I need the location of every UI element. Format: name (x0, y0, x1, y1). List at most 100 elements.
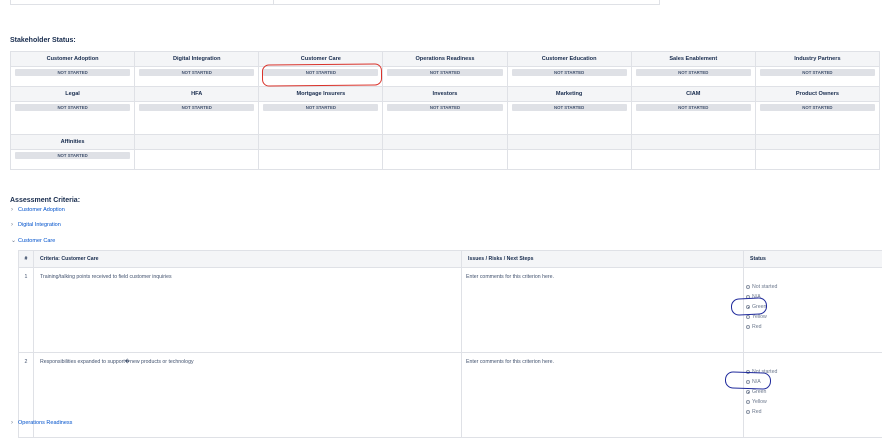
status-badge: NOT STARTED (512, 104, 627, 111)
radio-circle-icon (746, 325, 750, 329)
red-highlight-annotation (262, 63, 382, 86)
chevron-right-icon: › (11, 222, 18, 228)
chevron-right-icon: › (11, 420, 18, 426)
stakeholder-status-cell: NOT STARTED (135, 102, 259, 135)
stakeholder-grid: Customer AdoptionDigital Integration Cust… (10, 51, 880, 170)
stakeholder-status-cell: NOT STARTED (11, 150, 135, 170)
radio-label: Not started (752, 284, 777, 290)
status-radio-red[interactable]: Red (746, 322, 882, 332)
stakeholder-status-cell: NOT STARTED (631, 67, 755, 87)
stakeholder-status-cell: NOT STARTED (11, 67, 135, 87)
column-header: Criteria: Customer Care (34, 251, 462, 268)
status-badge: NOT STARTED (760, 104, 875, 111)
status-badge: NOT STARTED (139, 104, 254, 111)
stakeholder-status-title: Stakeholder Status: (10, 37, 76, 44)
table-row: 2Responsibilities expanded to support�ne… (19, 353, 882, 438)
status-badge: NOT STARTED (512, 69, 627, 76)
empty-cell (259, 135, 383, 150)
status-badge: NOT STARTED (15, 69, 130, 76)
radio-circle-icon (746, 315, 750, 319)
status-radio-yellow[interactable]: Yellow (746, 397, 882, 407)
status-badge: NOT STARTED (263, 104, 378, 111)
status-radio-n-a[interactable]: N/A (746, 292, 882, 302)
empty-cell (135, 135, 259, 150)
status-radio-not-started[interactable]: Not started (746, 282, 882, 292)
section-digital-integration[interactable]: ›Digital Integration (11, 222, 61, 228)
status-badge: NOT STARTED (387, 104, 502, 111)
section-customer-adoption[interactable]: ›Customer Adoption (11, 207, 65, 213)
status-cell: Not startedN/AGreenYellowRed (744, 353, 882, 438)
status-radio-red[interactable]: Red (746, 407, 882, 417)
empty-cell (631, 150, 755, 170)
section-label: Customer Adoption (18, 207, 65, 213)
empty-cell (507, 150, 631, 170)
empty-cell (383, 135, 507, 150)
status-badge: NOT STARTED (15, 152, 130, 159)
empty-cell (259, 150, 383, 170)
empty-cell (755, 150, 879, 170)
criterion-text: Training/talking points received to fiel… (34, 268, 462, 353)
chevron-right-icon: › (11, 207, 18, 213)
radio-circle-icon (746, 390, 750, 394)
radio-circle-icon (746, 400, 750, 404)
radio-label: Yellow (752, 399, 767, 405)
stakeholder-name: Customer Education (507, 52, 631, 67)
empty-cell (507, 135, 631, 150)
row-number: 1 (19, 268, 34, 353)
radio-label: Red (752, 324, 762, 330)
radio-label: Yellow (752, 314, 767, 320)
criterion-text: Responsibilities expanded to support�new… (34, 353, 462, 438)
stakeholder-name: Mortgage Insurers (259, 87, 383, 102)
stakeholder-status-cell: NOT STARTED (507, 67, 631, 87)
stakeholder-status-cell: NOT STARTED (11, 102, 135, 135)
stakeholder-name: Product Owners (755, 87, 879, 102)
status-badge: NOT STARTED (760, 69, 875, 76)
section-customer-care[interactable]: ⌄Customer Care (11, 237, 55, 244)
stakeholder-name: Customer Adoption (11, 52, 135, 67)
stakeholder-status-cell: NOT STARTED (507, 102, 631, 135)
blue-highlight-annotation (725, 371, 772, 390)
radio-circle-icon (746, 410, 750, 414)
stakeholder-name: Digital Integration (135, 52, 259, 67)
stakeholder-name: Legal (11, 87, 135, 102)
stakeholder-status-cell: NOT STARTED (755, 102, 879, 135)
assessment-criteria-title: Assessment Criteria: (10, 197, 80, 204)
stakeholder-name: Sales Enablement (631, 52, 755, 67)
comment-field[interactable]: Enter comments for this criterion here. (462, 268, 744, 353)
stakeholder-status-cell: NOT STARTED (259, 102, 383, 135)
radio-circle-icon (746, 285, 750, 289)
radio-label: Green (752, 389, 766, 395)
stakeholder-status-cell: NOT STARTED (631, 102, 755, 135)
comment-field[interactable]: Enter comments for this criterion here. (462, 353, 744, 438)
status-badge: NOT STARTED (387, 69, 502, 76)
stakeholder-name: Affinities (11, 135, 135, 150)
section-label: Customer Care (18, 238, 55, 244)
stakeholder-name: CIAM (631, 87, 755, 102)
status-radio-yellow[interactable]: Yellow (746, 312, 882, 322)
stakeholder-status-cell: NOT STARTED (383, 67, 507, 87)
status-badge: NOT STARTED (636, 69, 751, 76)
status-badge: NOT STARTED (636, 104, 751, 111)
stakeholder-name: HFA (135, 87, 259, 102)
stakeholder-name: Operations Readiness (383, 52, 507, 67)
stakeholder-status-cell: NOT STARTED (135, 67, 259, 87)
blue-highlight-annotation (731, 297, 768, 316)
section-label: Operations Readiness (18, 420, 72, 426)
section-label: Digital Integration (18, 222, 61, 228)
criteria-table: #Criteria: Customer CareIssues / Risks /… (18, 250, 882, 438)
column-header: Status (744, 251, 882, 268)
column-header: Issues / Risks / Next Steps (462, 251, 744, 268)
empty-cell (631, 135, 755, 150)
stakeholder-status-cell: NOT STARTED (383, 102, 507, 135)
stakeholder-name: Industry Partners (755, 52, 879, 67)
empty-cell (135, 150, 259, 170)
empty-cell (755, 135, 879, 150)
status-badge: NOT STARTED (139, 69, 254, 76)
section-operations-readiness[interactable]: ›Operations Readiness (11, 420, 72, 426)
status-badge: NOT STARTED (15, 104, 130, 111)
chevron-down-icon: ⌄ (11, 237, 18, 244)
radio-label: Red (752, 409, 762, 415)
empty-cell (383, 150, 507, 170)
column-header: # (19, 251, 34, 268)
previous-table-edge (10, 0, 660, 5)
